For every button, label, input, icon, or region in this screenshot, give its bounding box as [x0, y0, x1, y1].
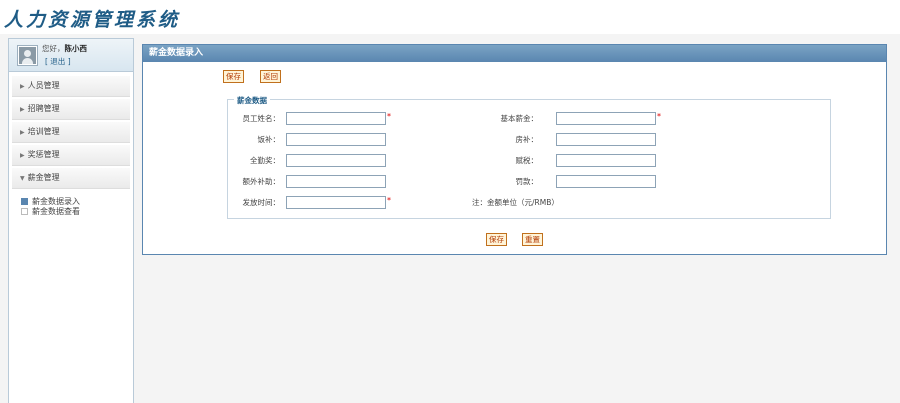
currency-note: 注：金额单位（元/RMB）	[472, 198, 559, 207]
square-bullet-icon	[21, 208, 28, 215]
submenu-item-salary-entry[interactable]: 薪金数据录入	[9, 197, 133, 207]
employee-name-input[interactable]	[286, 112, 386, 125]
fine-input[interactable]	[556, 175, 656, 188]
reset-button[interactable]: 重置	[522, 233, 543, 246]
panel-title: 薪金数据录入	[143, 45, 886, 62]
sidebar: 您好，陈小西 [ 退出 ] ▶ 人员管理 ▶ 招聘管理 ▶ 培训管理 ▶ 奖惩管理 ▼ 薪…	[8, 38, 134, 403]
menu-item-rewards[interactable]: ▶ 奖惩管理	[12, 145, 130, 166]
required-mark: *	[387, 196, 391, 205]
chevron-right-icon: ▶	[20, 83, 25, 90]
submenu-label: 薪金数据查看	[32, 207, 80, 216]
tax-input[interactable]	[556, 154, 656, 167]
menu-item-personnel[interactable]: ▶ 人员管理	[12, 76, 130, 97]
chevron-right-icon: ▶	[20, 106, 25, 113]
save-button-bottom[interactable]: 保存	[486, 233, 507, 246]
required-mark: *	[657, 112, 661, 121]
attendance-bonus-label: 全勤奖：	[250, 156, 280, 165]
tax-label: 赋税：	[515, 156, 539, 165]
square-bullet-icon	[21, 198, 28, 205]
save-button-top[interactable]: 保存	[223, 70, 244, 83]
submenu-label: 薪金数据录入	[32, 197, 80, 206]
chevron-down-icon: ▼	[20, 175, 25, 182]
menu-label: 培训管理	[27, 127, 60, 136]
submenu-item-salary-view[interactable]: 薪金数据查看	[9, 207, 133, 217]
meal-allowance-label: 饭补：	[257, 135, 281, 144]
menu-label: 薪金管理	[27, 173, 60, 182]
housing-allowance-label: 房补：	[515, 135, 539, 144]
salary-fieldset: 薪金数据 员工姓名： * 基本薪金： * 饭补： 房补： 全勤奖： 赋税： 额外…	[227, 95, 831, 219]
fieldset-legend: 薪金数据	[234, 95, 270, 106]
menu-label: 人员管理	[27, 81, 60, 90]
meal-allowance-input[interactable]	[286, 133, 386, 146]
employee-name-label: 员工姓名：	[242, 114, 281, 123]
avatar	[18, 46, 37, 65]
top-banner: 人力资源管理系统	[0, 0, 900, 34]
menu-item-training[interactable]: ▶ 培训管理	[12, 122, 130, 143]
extra-allowance-label: 额外补助：	[242, 177, 281, 186]
app-logo-title: 人力资源管理系统	[4, 9, 181, 31]
chevron-right-icon: ▶	[20, 152, 25, 159]
greeting-text: 您好，	[42, 44, 65, 53]
base-salary-label: 基本薪金：	[500, 114, 539, 123]
menu-item-salary[interactable]: ▼ 薪金管理	[12, 168, 130, 189]
housing-allowance-input[interactable]	[556, 133, 656, 146]
extra-allowance-input[interactable]	[286, 175, 386, 188]
menu-label: 奖惩管理	[27, 150, 60, 159]
menu-item-recruitment[interactable]: ▶ 招聘管理	[12, 99, 130, 120]
pay-date-label: 发放时间：	[242, 198, 281, 207]
logout-link[interactable]: [ 退出 ]	[45, 56, 71, 67]
pay-date-input[interactable]	[286, 196, 386, 209]
required-mark: *	[387, 112, 391, 121]
user-greeting: 您好，陈小西	[42, 43, 87, 54]
salary-entry-panel: 薪金数据录入 保存 返回 薪金数据 员工姓名： * 基本薪金： * 饭补： 房补…	[142, 44, 887, 255]
fine-label: 罚款：	[515, 177, 539, 186]
attendance-bonus-input[interactable]	[286, 154, 386, 167]
user-info-box: 您好，陈小西 [ 退出 ]	[9, 39, 133, 72]
chevron-right-icon: ▶	[20, 129, 25, 136]
menu-label: 招聘管理	[27, 104, 60, 113]
user-name: 陈小西	[64, 44, 88, 53]
back-button[interactable]: 返回	[260, 70, 281, 83]
base-salary-input[interactable]	[556, 112, 656, 125]
